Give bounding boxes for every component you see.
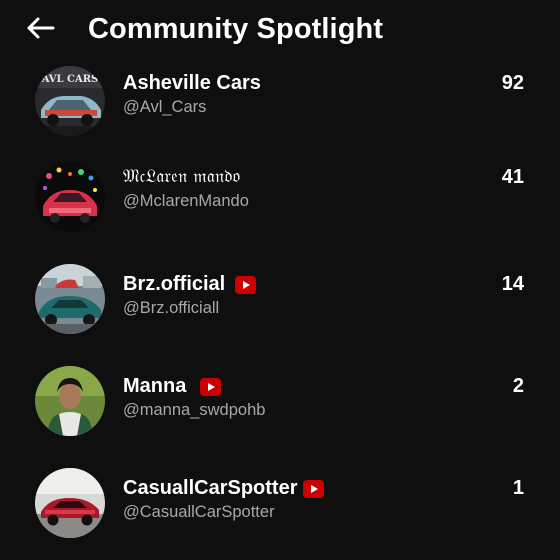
member-name-text: Manna xyxy=(123,375,187,397)
member-name[interactable]: 𝔐𝔠𝔏𝔞𝔯𝔢𝔫 𝔪𝔞𝔫𝔡𝔬 xyxy=(123,166,240,187)
member-name-text: Asheville Cars xyxy=(123,72,261,94)
member-count: 1 xyxy=(512,477,524,499)
member-handle: @Avl_Cars xyxy=(123,98,207,116)
list-item[interactable]: Brz.official @Brz.officiall 14 xyxy=(0,264,560,354)
avatar[interactable] xyxy=(35,264,105,334)
avatar[interactable] xyxy=(35,366,105,436)
member-handle: @Brz.officiall xyxy=(123,299,220,317)
avatar-logo-text: AVL CARS xyxy=(41,74,99,85)
member-count: 41 xyxy=(501,166,524,188)
member-list: AVL CARS Asheville Cars @Avl_Cars 92 𝔐𝔠𝔏… xyxy=(0,0,560,560)
member-count: 2 xyxy=(512,375,524,397)
avatar[interactable] xyxy=(35,468,105,538)
list-item[interactable]: 𝔐𝔠𝔏𝔞𝔯𝔢𝔫 𝔪𝔞𝔫𝔡𝔬 @MclarenMando 41 xyxy=(0,157,560,247)
member-name[interactable]: Asheville Cars xyxy=(123,72,261,95)
avatar[interactable]: AVL CARS xyxy=(35,66,105,136)
member-name-text: CasuallCarSpotter xyxy=(123,477,298,499)
member-name-text: 𝔐𝔠𝔏𝔞𝔯𝔢𝔫 𝔪𝔞𝔫𝔡𝔬 xyxy=(123,166,241,187)
member-handle: @MclarenMando xyxy=(123,192,249,210)
member-count: 92 xyxy=(501,72,524,94)
page-title: Community Spotlight xyxy=(88,13,384,45)
member-handle: @manna_swdpohb xyxy=(123,401,266,419)
list-item[interactable]: CasuallCarSpotter @CasuallCarSpotter 1 xyxy=(0,468,560,558)
youtube-channel-icon xyxy=(200,377,222,396)
member-name[interactable]: Manna xyxy=(123,375,222,398)
list-item[interactable]: AVL CARS Asheville Cars @Avl_Cars 92 xyxy=(0,63,560,153)
member-count: 14 xyxy=(501,273,524,295)
member-name-text: Brz.official xyxy=(123,273,226,295)
list-item[interactable]: Manna @manna_swdpohb 2 xyxy=(0,366,560,456)
arrow-left-icon xyxy=(25,16,55,45)
youtube-channel-icon xyxy=(302,479,324,498)
member-name[interactable]: CasuallCarSpotter xyxy=(123,477,324,500)
avatar[interactable] xyxy=(35,162,105,232)
member-handle: @CasuallCarSpotter xyxy=(123,503,275,521)
member-name[interactable]: Brz.official xyxy=(123,273,257,296)
app-header: Community Spotlight xyxy=(0,0,560,62)
back-button[interactable] xyxy=(22,12,58,48)
youtube-channel-icon xyxy=(235,275,257,294)
